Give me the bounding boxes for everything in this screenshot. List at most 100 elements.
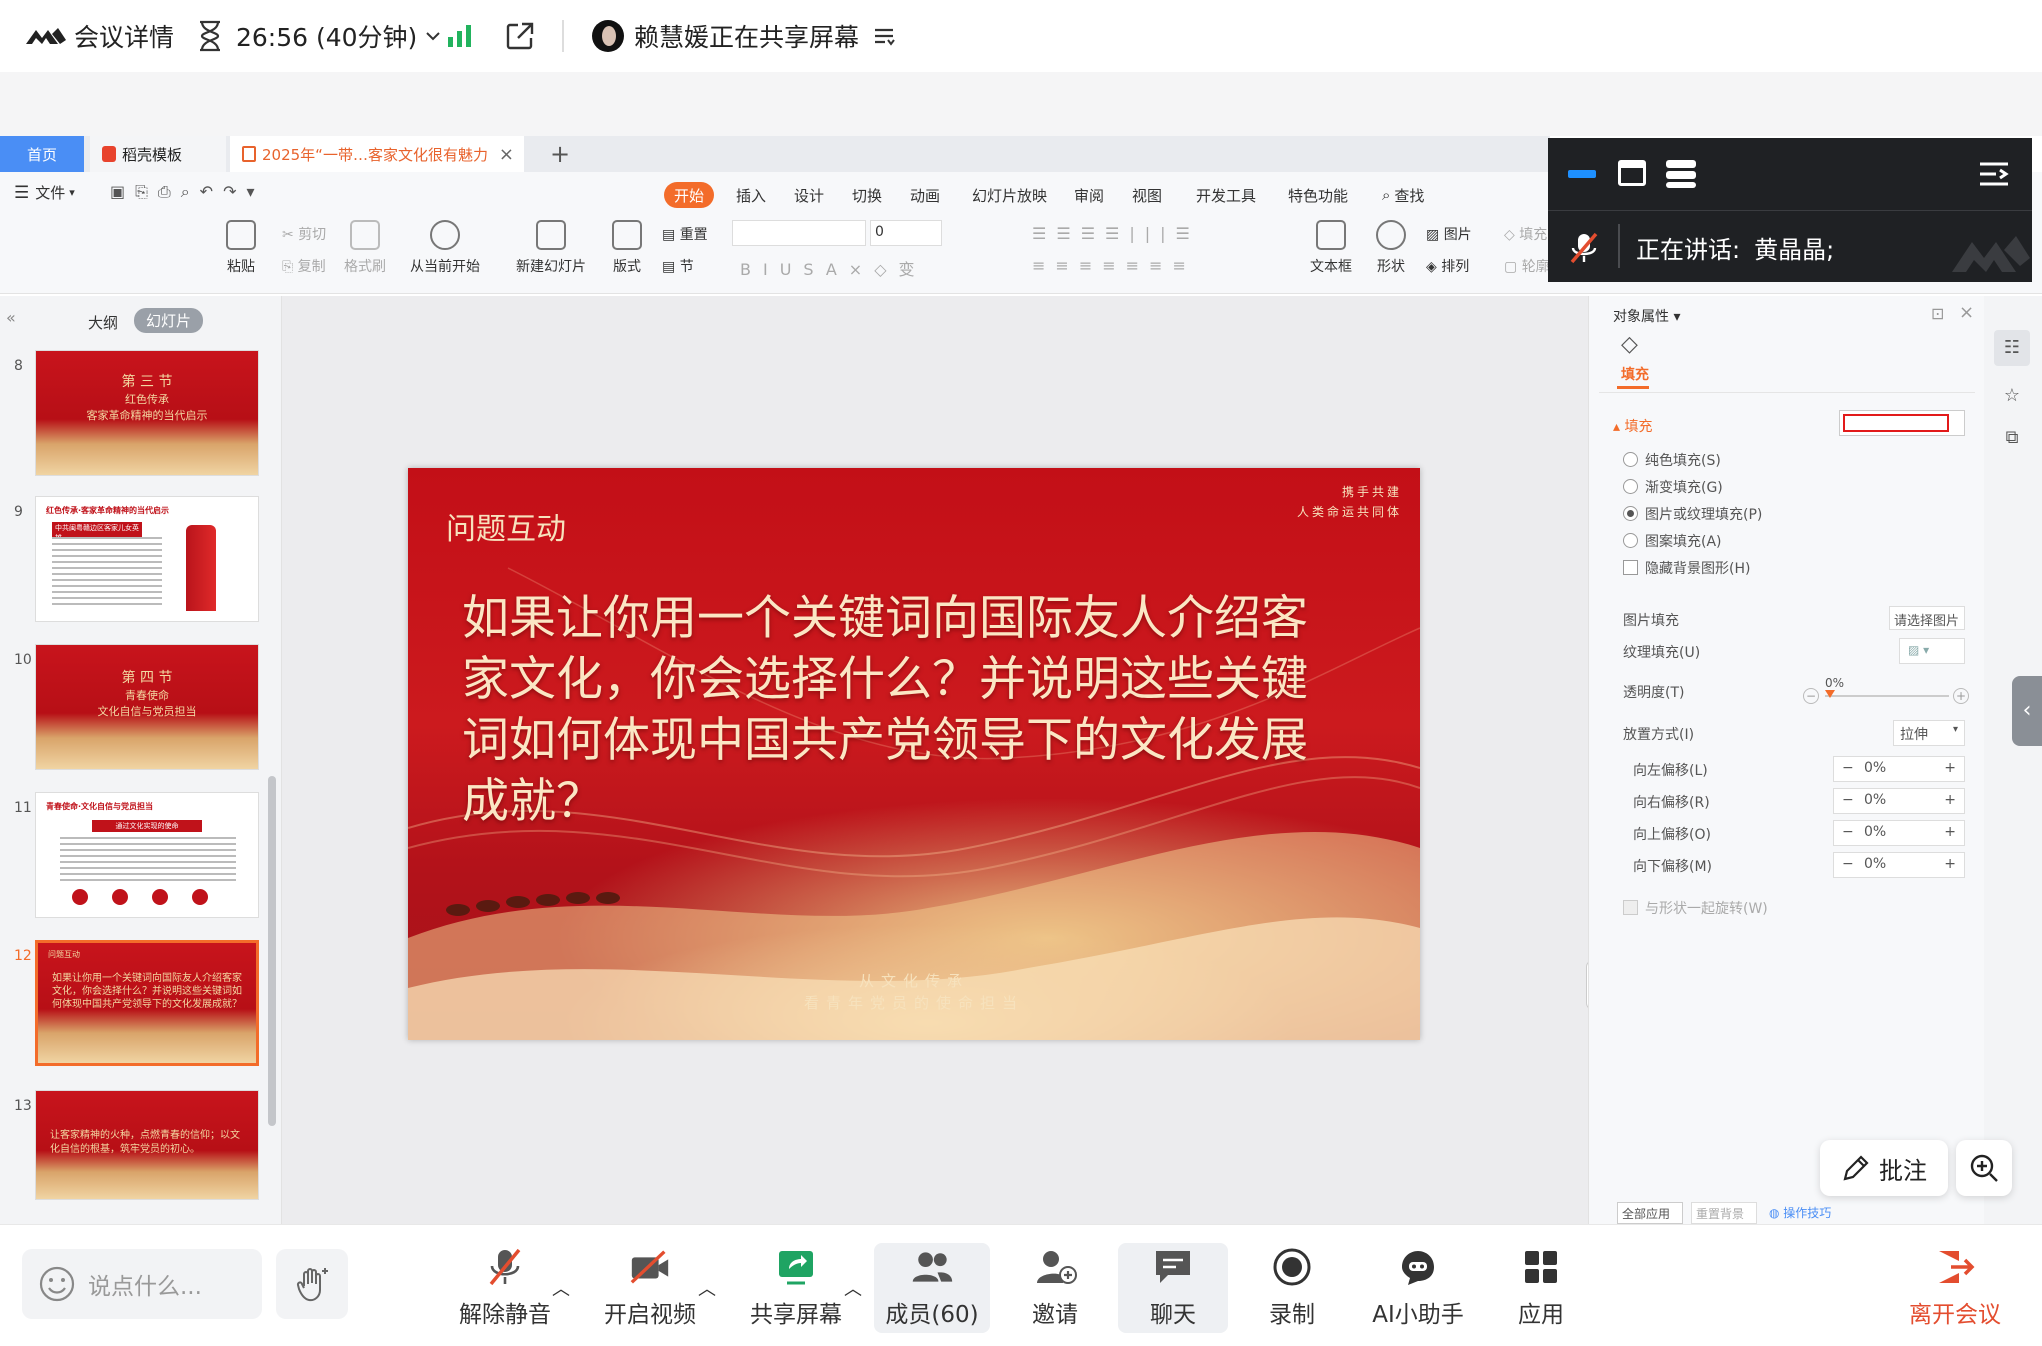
reset-background-button[interactable]: 重置背景: [1691, 1202, 1757, 1224]
meeting-timer[interactable]: 26:56 (40分钟): [196, 0, 441, 72]
slide-thumbnail-8[interactable]: 第 三 节 红色传承 客家革命精神的当代启示: [35, 350, 259, 476]
chat-button[interactable]: 聊天: [1118, 1243, 1228, 1333]
slide-thumbnail-13[interactable]: 让客家精神的火种，点燃青春的信仰；以文化自信的根基，筑牢党员的初心。: [35, 1090, 259, 1200]
slide-thumbnail-9[interactable]: 红色传承·客家革命精神的当代启示 中共闽粤赣边区客家儿女英雄: [35, 496, 259, 622]
collapse-left-icon[interactable]: «: [6, 308, 16, 327]
zoom-button[interactable]: [1956, 1140, 2012, 1196]
play-from-current-button[interactable]: 从当前开始: [410, 220, 480, 276]
texture-select[interactable]: ▨ ▾: [1899, 638, 1965, 664]
section-button[interactable]: ▤ 节: [662, 256, 694, 276]
thumb-scrollbar[interactable]: [268, 776, 276, 1126]
popout-button[interactable]: [504, 0, 536, 72]
transparency-increase[interactable]: +: [1953, 688, 1969, 704]
rotate-with-shape-checkbox[interactable]: [1623, 900, 1638, 915]
plus-icon[interactable]: +: [1944, 792, 1956, 808]
plus-icon[interactable]: +: [1944, 856, 1956, 872]
minimize-icon[interactable]: [1568, 170, 1596, 178]
tab-insert[interactable]: 插入: [726, 182, 776, 208]
tab-fill[interactable]: 填充: [1621, 364, 1649, 384]
minus-icon[interactable]: −: [1842, 760, 1854, 776]
minus-icon[interactable]: −: [1842, 856, 1854, 872]
text-format-buttons[interactable]: BIUSA×◇变: [740, 256, 927, 280]
tab-find[interactable]: ⌕ 查找: [1372, 182, 1434, 208]
annotate-button[interactable]: 批注: [1820, 1140, 1948, 1196]
video-options-caret[interactable]: ︿: [698, 1275, 716, 1301]
plus-icon[interactable]: +: [1944, 760, 1956, 776]
members-button[interactable]: 成员(60): [874, 1243, 990, 1333]
paste-button[interactable]: 粘贴: [226, 220, 256, 276]
properties-settings-icon[interactable]: ☷: [1994, 330, 2030, 366]
tab-presentation[interactable]: 2025年“一带…客家文化很有魅力 ×: [230, 136, 524, 172]
shape-button[interactable]: 形状: [1376, 220, 1406, 276]
font-family-select[interactable]: [732, 220, 866, 246]
format-copy-icon[interactable]: ⧉: [1994, 420, 2030, 456]
animation-star-icon[interactable]: ☆: [1994, 378, 2030, 414]
new-slide-button[interactable]: 新建幻灯片: [516, 220, 586, 276]
offset-right-stepper[interactable]: −0% +: [1833, 788, 1965, 814]
slide-thumbnail-12[interactable]: 问题互动 如果让你用一个关键词向国际友人介绍客家文化，你会选择什么？并说明这些关…: [35, 940, 259, 1066]
fill-button[interactable]: ◇ 填充: [1504, 224, 1547, 244]
tab-developer[interactable]: 开发工具: [1186, 182, 1266, 208]
minus-icon[interactable]: −: [1842, 824, 1854, 840]
radio-gradient-fill[interactable]: [1623, 479, 1638, 494]
chat-input[interactable]: 说点什么...: [22, 1249, 262, 1319]
radio-solid-fill[interactable]: [1623, 452, 1638, 467]
screen-sharer-info[interactable]: 赖慧媛正在共享屏幕: [592, 0, 895, 72]
new-tab-button[interactable]: +: [538, 136, 570, 172]
outline-button[interactable]: ▢ 轮廓: [1504, 256, 1550, 276]
meeting-details-button[interactable]: 会议详情: [24, 0, 174, 72]
tab-transition[interactable]: 切换: [842, 182, 892, 208]
offset-left-stepper[interactable]: −0% +: [1833, 756, 1965, 782]
reset-button[interactable]: ▤ 重置: [662, 224, 708, 244]
cut-button[interactable]: ✂ 剪切: [282, 224, 326, 244]
leave-meeting-button[interactable]: 离开会议: [1898, 1243, 2012, 1333]
layout-button[interactable]: 版式: [612, 220, 642, 276]
tab-home[interactable]: 首页: [0, 136, 84, 172]
transparency-decrease[interactable]: −: [1803, 688, 1819, 704]
choose-picture-select[interactable]: 请选择图片: [1889, 606, 1965, 630]
window-mode-icon[interactable]: [1618, 160, 1646, 186]
close-tab-icon[interactable]: ×: [499, 144, 514, 165]
network-signal[interactable]: [446, 0, 474, 72]
tab-view[interactable]: 视图: [1122, 182, 1172, 208]
align-buttons[interactable]: ≡≡≡≡≡≡≡: [1032, 256, 1196, 275]
collapse-panel-icon[interactable]: [1978, 160, 2010, 188]
expand-panel-handle[interactable]: ‹: [2012, 676, 2042, 746]
hide-background-checkbox[interactable]: [1623, 560, 1638, 575]
ai-assistant-button[interactable]: AI小助手: [1360, 1243, 1476, 1333]
tab-slideshow[interactable]: 幻灯片放映: [962, 182, 1057, 208]
current-slide[interactable]: 携手共建 人类命运共同体 问题互动 如果让你用一个关键词向国际友人介绍客家文化，…: [408, 468, 1420, 1040]
tips-link[interactable]: ◍ 操作技巧: [1769, 1204, 1831, 1221]
record-button[interactable]: 录制: [1246, 1243, 1338, 1333]
apply-all-button[interactable]: 全部应用: [1617, 1202, 1683, 1224]
unmute-button[interactable]: 解除静音: [450, 1243, 560, 1333]
textbox-button[interactable]: 文本框: [1310, 220, 1352, 276]
tab-docer[interactable]: 稻壳模板: [90, 136, 226, 172]
tab-animation[interactable]: 动画: [900, 182, 950, 208]
apps-button[interactable]: 应用: [1496, 1243, 1586, 1333]
tab-features[interactable]: 特色功能: [1278, 182, 1358, 208]
outline-tab[interactable]: 大纲: [88, 312, 118, 333]
slide-thumbnail-11[interactable]: 青春使命·文化自信与党员担当 通过文化实现的使命: [35, 792, 259, 918]
paragraph-buttons[interactable]: ☰☰☰☰|||☰: [1032, 224, 1200, 243]
properties-title[interactable]: 对象属性 ▾: [1613, 306, 1680, 326]
share-screen-button[interactable]: 共享屏幕: [740, 1243, 852, 1333]
slides-tab[interactable]: 幻灯片: [134, 308, 204, 333]
tab-design[interactable]: 设计: [784, 182, 834, 208]
invite-button[interactable]: 邀请: [1010, 1243, 1100, 1333]
close-icon[interactable]: ×: [1959, 302, 1974, 323]
file-menu[interactable]: ☰ 文件 ▾: [14, 182, 75, 203]
format-painter-button[interactable]: 格式刷: [344, 220, 386, 276]
quick-access-icons[interactable]: ▣⎘⎙⌕↶↷▾: [110, 182, 265, 202]
placement-select[interactable]: 拉伸 ▾: [1893, 720, 1965, 746]
audio-options-caret[interactable]: ︿: [552, 1275, 570, 1301]
arrange-button[interactable]: ◈ 排列: [1426, 256, 1469, 276]
tab-start[interactable]: 开始: [664, 182, 715, 208]
raise-hand-button[interactable]: [276, 1249, 348, 1319]
transparency-slider[interactable]: [1825, 695, 1949, 697]
share-options-caret[interactable]: ︿: [844, 1275, 862, 1301]
plus-icon[interactable]: +: [1944, 824, 1956, 840]
offset-down-stepper[interactable]: −0% +: [1833, 852, 1965, 878]
start-video-button[interactable]: 开启视频: [594, 1243, 706, 1333]
fill-color-picker[interactable]: [1839, 410, 1965, 436]
